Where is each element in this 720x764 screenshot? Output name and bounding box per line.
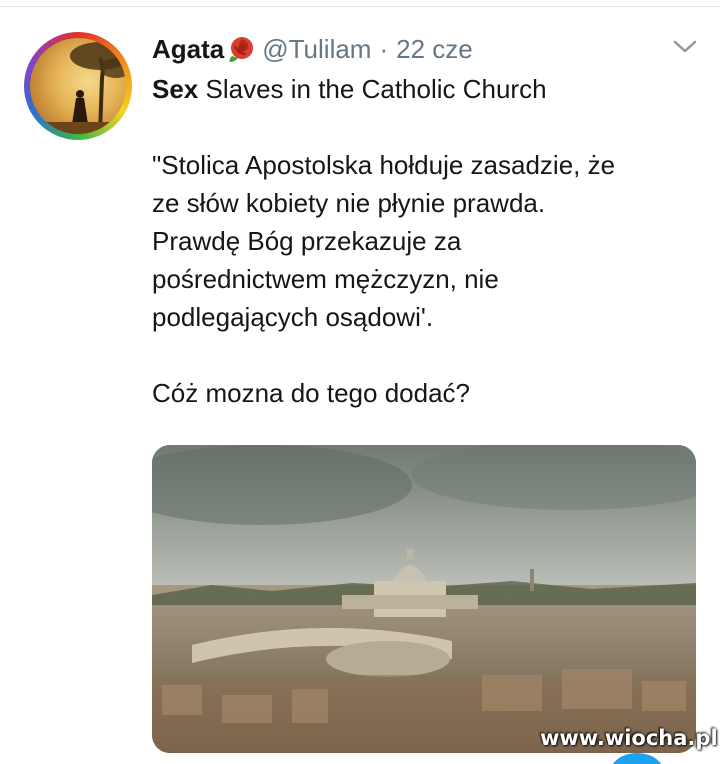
- tweet-title-rest: Slaves in the Catholic Church: [198, 74, 547, 104]
- author-name[interactable]: Agata: [152, 34, 224, 65]
- compose-button[interactable]: [610, 753, 664, 764]
- closing-line: Cóż mozna do tego dodać?: [152, 378, 470, 408]
- quote-line: Prawdę Bóg przekazuje za: [152, 226, 462, 256]
- separator-dot: ·: [379, 33, 389, 64]
- tweet-header: Agata @Tulilam · 22 cze: [152, 33, 473, 65]
- rose-icon: [226, 34, 256, 64]
- tweet-date[interactable]: 22 cze: [396, 34, 473, 65]
- avatar[interactable]: [24, 32, 132, 140]
- tweet-media-image[interactable]: [152, 445, 696, 753]
- tweet-title-bold: Sex: [152, 74, 199, 104]
- quote-line: ze słów kobiety nie płynie prawda.: [152, 188, 546, 218]
- quote-line: "Stolica Apostolska hołduje zasadzie, że: [152, 150, 616, 180]
- watermark-text: www.wiocha.pl: [540, 726, 718, 750]
- quote-line: pośrednictwem mężczyzn, nie: [152, 264, 499, 294]
- tweet-text: Sex Slaves in the Catholic Church "Stoli…: [152, 70, 692, 412]
- quote-line: podlegających osądowi'.: [152, 302, 434, 332]
- avatar-image: [30, 38, 126, 134]
- top-divider: [0, 6, 720, 7]
- chevron-down-icon[interactable]: [672, 38, 698, 56]
- tweet-title-line: Sex Slaves in the Catholic Church: [152, 70, 692, 108]
- author-handle[interactable]: @Tulilam: [262, 34, 371, 65]
